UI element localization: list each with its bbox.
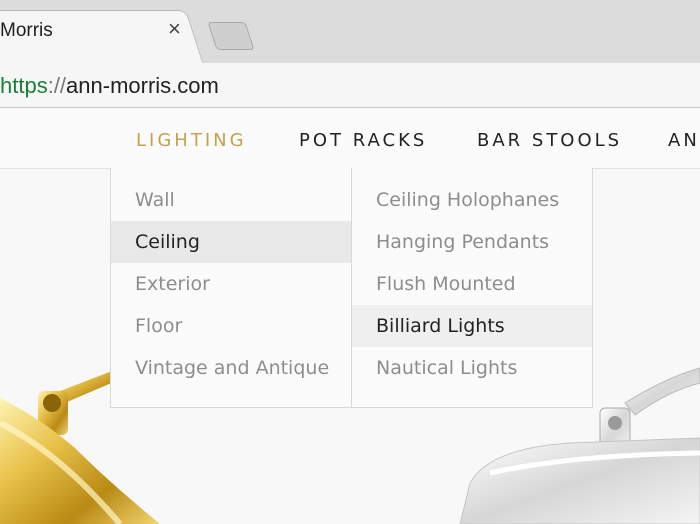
dropdown-left-column: Wall Ceiling Exterior Floor Vintage and … [111, 168, 351, 407]
browser-tab-strip: Morris × [0, 0, 700, 65]
close-icon[interactable]: × [168, 18, 181, 40]
nav-item-lighting[interactable]: LIGHTING [136, 130, 247, 151]
url-scheme: https [0, 73, 48, 98]
nav-item-truncated[interactable]: AN [668, 130, 700, 151]
menu-item-ceiling-holophanes[interactable]: Ceiling Holophanes [352, 179, 592, 221]
url-separator: :// [47, 73, 67, 98]
menu-item-ceiling[interactable]: Ceiling [111, 221, 351, 263]
lighting-dropdown-menu: Wall Ceiling Exterior Floor Vintage and … [110, 168, 593, 408]
menu-item-vintage-antique[interactable]: Vintage and Antique [111, 347, 351, 389]
menu-item-floor[interactable]: Floor [111, 305, 351, 347]
nav-item-pot-racks[interactable]: POT RACKS [299, 130, 427, 151]
tab-title: Morris [0, 20, 53, 41]
menu-item-nautical-lights[interactable]: Nautical Lights [352, 347, 592, 389]
url-host: ann-morris.com [66, 73, 219, 98]
menu-item-hanging-pendants[interactable]: Hanging Pendants [352, 221, 592, 263]
address-bar[interactable]: https://ann-morris.com [0, 73, 219, 99]
browser-toolbar: https://ann-morris.com [0, 63, 700, 108]
menu-item-exterior[interactable]: Exterior [111, 263, 351, 305]
menu-item-wall[interactable]: Wall [111, 179, 351, 221]
main-navigation: LIGHTING POT RACKS BAR STOOLS AN [0, 108, 700, 169]
menu-item-billiard-lights[interactable]: Billiard Lights [352, 305, 592, 347]
dropdown-right-column: Ceiling Holophanes Hanging Pendants Flus… [351, 168, 592, 407]
new-tab-icon[interactable] [207, 22, 255, 50]
menu-item-flush-mounted[interactable]: Flush Mounted [352, 263, 592, 305]
page-content: LIGHTING POT RACKS BAR STOOLS AN Wall Ce… [0, 108, 700, 524]
nav-item-bar-stools[interactable]: BAR STOOLS [477, 130, 622, 151]
